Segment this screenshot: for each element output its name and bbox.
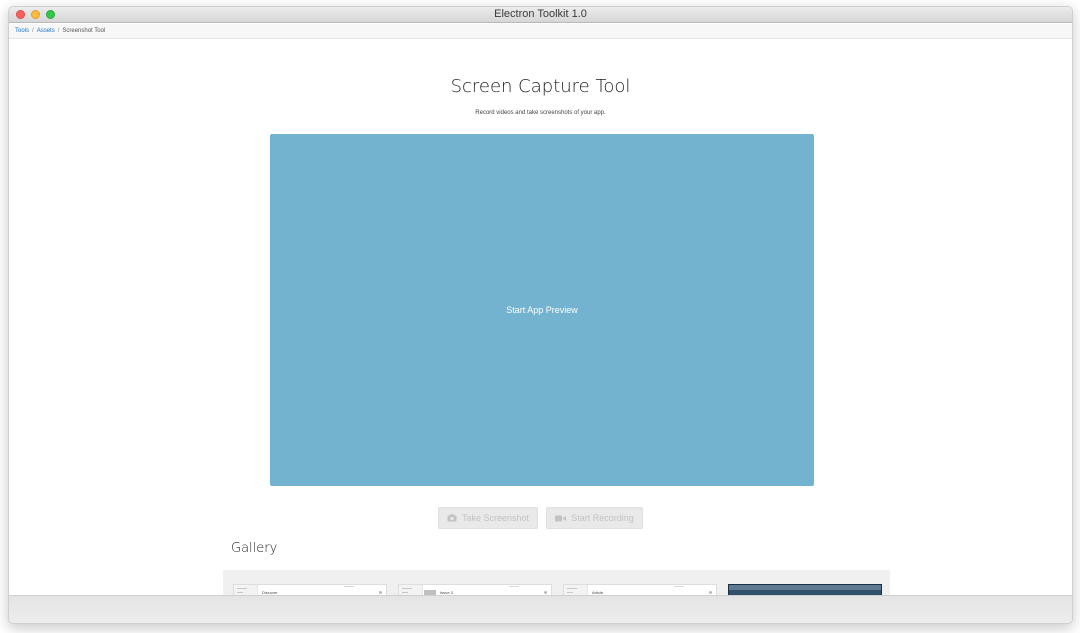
page-subtitle: Record videos and take screenshots of yo… — [475, 110, 606, 116]
breadcrumb-item-tools[interactable]: Tools — [15, 28, 29, 34]
gallery-thumbnail[interactable]: Discover — [233, 584, 387, 595]
video-camera-icon — [555, 515, 567, 521]
breadcrumb-separator: / — [57, 28, 60, 34]
breadcrumb: Tools / Assets / Screenshot Tool — [9, 24, 1072, 39]
bottom-bar — [9, 595, 1072, 623]
app-window: Electron Toolkit 1.0 Tools / Assets / Screen… — [8, 6, 1073, 624]
camera-icon — [447, 514, 457, 522]
gallery-heading: Gallery — [231, 541, 278, 556]
main-content: Screen Capture Tool Record videos and ta… — [9, 40, 1072, 595]
app-preview-area[interactable]: Start App Preview — [270, 134, 814, 486]
start-recording-button[interactable]: Start Recording — [546, 507, 643, 529]
breadcrumb-separator: / — [32, 28, 34, 34]
window-title: Electron Toolkit 1.0 — [494, 8, 587, 20]
take-screenshot-label: Take Screenshot — [461, 513, 530, 523]
page-title: Screen Capture Tool — [450, 76, 631, 97]
gallery-strip: Discover Issue 3 Article — [223, 570, 890, 595]
gallery-thumbnail[interactable]: Issue 3 — [398, 584, 552, 595]
take-screenshot-button[interactable]: Take Screenshot — [438, 507, 538, 529]
title-bar[interactable]: Electron Toolkit 1.0 — [9, 7, 1072, 23]
breadcrumb-item-assets[interactable]: Assets — [37, 28, 55, 34]
gallery-thumbnail[interactable] — [728, 584, 882, 595]
gallery-thumbnail[interactable]: Article — [563, 584, 717, 595]
start-app-preview-label: Start App Preview — [506, 305, 578, 315]
breadcrumb-item-current: Screenshot Tool — [62, 28, 106, 34]
start-recording-label: Start Recording — [571, 513, 634, 523]
